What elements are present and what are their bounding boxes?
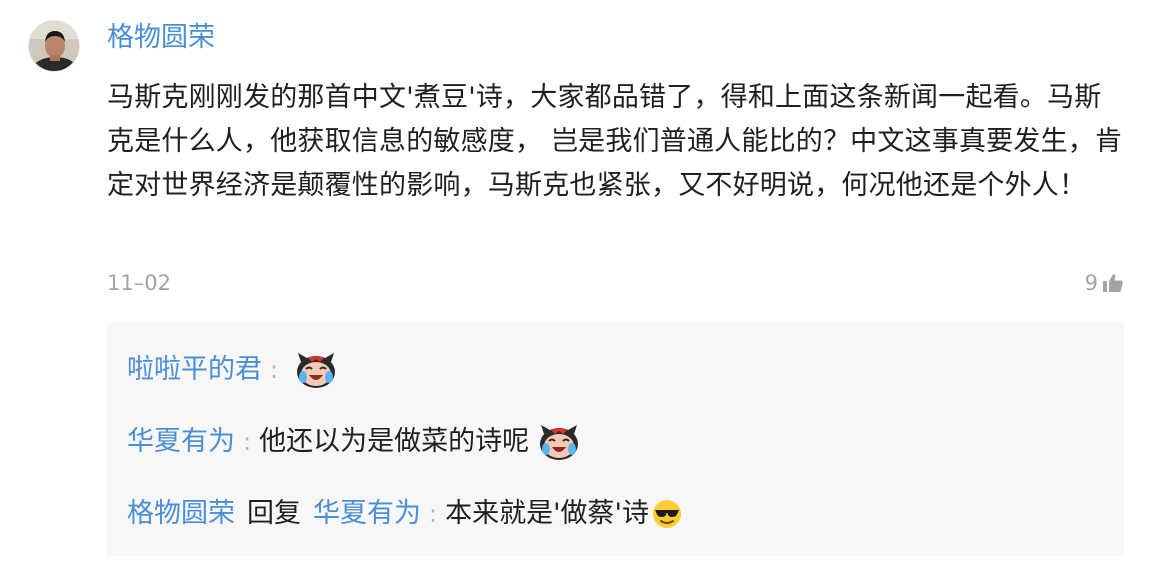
reply-item: 啦啦平的君 : xyxy=(127,350,338,390)
comment-text: 马斯克刚刚发的那首中文'煮豆'诗，大家都品错了，得和上面这条新闻一起看。马斯克是… xyxy=(107,82,1123,201)
thumbs-up-icon[interactable] xyxy=(1102,273,1124,293)
reply-separator: : xyxy=(243,428,252,456)
avatar[interactable] xyxy=(28,20,80,72)
laughing-tears-devil-emoji-icon xyxy=(537,422,581,462)
reply-label: 回复 xyxy=(247,498,301,529)
comment-author[interactable]: 格物圆荣 xyxy=(107,18,215,58)
reply-author[interactable]: 啦啦平的君 xyxy=(127,350,262,390)
reply-item: 华夏有为 : 他还以为是做菜的诗呢 xyxy=(127,422,581,462)
like-button[interactable]: 9 xyxy=(1085,268,1124,298)
reply-author[interactable]: 华夏有为 xyxy=(127,422,235,462)
reply-text: 本来就是'做蔡'诗 xyxy=(445,498,649,529)
comment-date: 11–02 xyxy=(107,271,171,295)
laughing-tears-devil-emoji-icon xyxy=(294,350,338,390)
reply-separator: : xyxy=(270,356,279,384)
reply-list: 啦啦平的君 : 华夏有为 : 他还以为是做菜的诗呢 格物圆荣 回复 华夏有为:… xyxy=(107,323,1124,556)
reply-author[interactable]: 格物圆荣 xyxy=(127,494,235,534)
like-count: 9 xyxy=(1084,271,1098,295)
sunglasses-emoji-icon xyxy=(651,498,683,530)
reply-text: 他还以为是做菜的诗呢 xyxy=(259,426,530,457)
reply-separator: : xyxy=(429,500,438,528)
reply-to-user[interactable]: 华夏有为 xyxy=(313,494,421,534)
reply-item: 格物圆荣 回复 华夏有为 : 本来就是'做蔡'诗 xyxy=(127,494,683,534)
comment-card: 格物圆荣 马斯克刚刚发的那首中文'煮豆'诗，大家都品错了，得和上面这条新闻一起看… xyxy=(0,0,1164,570)
